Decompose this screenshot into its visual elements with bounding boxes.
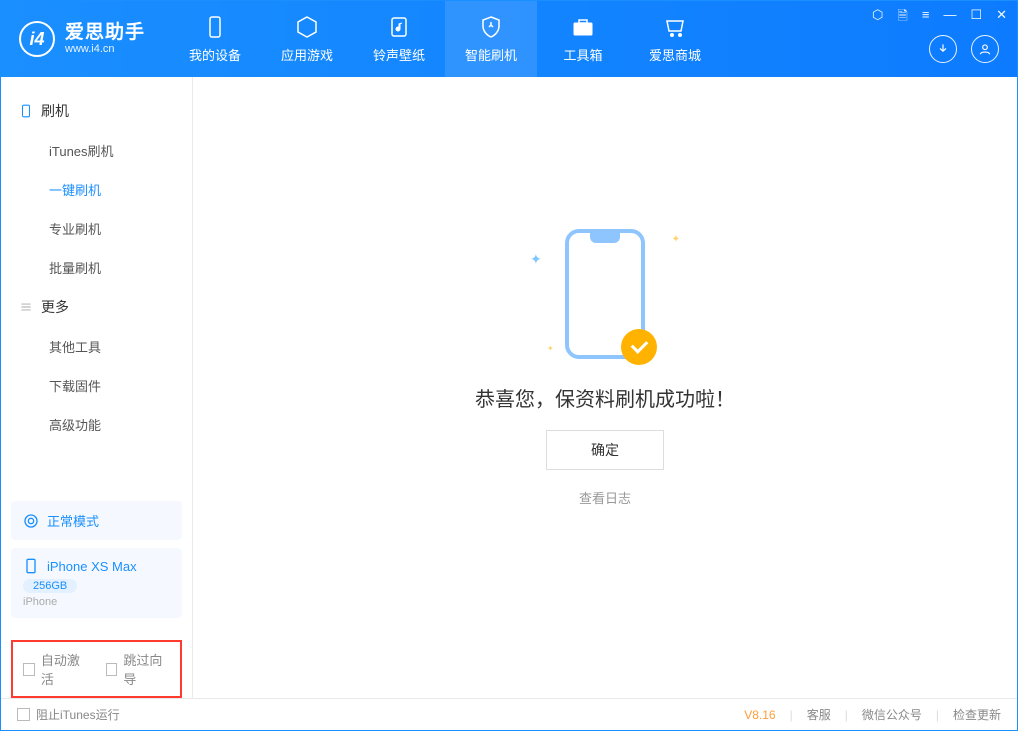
checkbox-icon [23,663,35,676]
main-content: ✦ ✦ ✦ 恭喜您，保资料刷机成功啦！ 确定 查看日志 [193,77,1017,698]
footer-link-wechat[interactable]: 微信公众号 [862,706,922,723]
cart-icon [663,15,687,39]
sparkle-icon: ✦ [547,344,554,353]
nav-store[interactable]: 爱思商城 [629,1,721,77]
download-icon[interactable] [929,35,957,63]
block-itunes-checkbox[interactable]: 阻止iTunes运行 [17,706,120,723]
ok-button[interactable]: 确定 [546,430,664,470]
top-nav: 我的设备 应用游戏 铃声壁纸 智能刷机 工具箱 爱思商城 [169,1,721,77]
shield-icon [479,15,503,39]
nav-label: 铃声壁纸 [373,45,425,64]
checkbox-label: 阻止iTunes运行 [36,706,120,723]
sync-icon [23,513,39,529]
sidebar-item-onekey-flash[interactable]: 一键刷机 [1,170,192,209]
phone-icon [19,104,33,118]
header-right-actions [929,35,999,63]
device-capacity: 256GB [23,579,77,593]
phone-illustration [565,229,645,359]
nav-ringtone-wallpaper[interactable]: 铃声壁纸 [353,1,445,77]
user-icon[interactable] [971,35,999,63]
minimize-button[interactable]: — [943,7,956,29]
status-bar: 阻止iTunes运行 V8.16 | 客服 | 微信公众号 | 检查更新 [1,698,1017,730]
sidebar-item-other-tools[interactable]: 其他工具 [1,327,192,366]
nav-apps-games[interactable]: 应用游戏 [261,1,353,77]
footer-link-update[interactable]: 检查更新 [953,706,1001,723]
check-badge-icon [621,329,657,365]
checkbox-label: 跳过向导 [123,650,170,688]
app-body: 刷机 iTunes刷机 一键刷机 专业刷机 批量刷机 更多 其他工具 下载固件 … [1,77,1017,698]
nav-label: 我的设备 [189,45,241,64]
app-url: www.i4.cn [65,43,145,55]
mode-label: 正常模式 [47,511,99,530]
section-title: 刷机 [41,101,69,121]
cube-icon [295,15,319,39]
sidebar: 刷机 iTunes刷机 一键刷机 专业刷机 批量刷机 更多 其他工具 下载固件 … [1,77,193,698]
sidebar-item-advanced[interactable]: 高级功能 [1,405,192,444]
menu-icon[interactable]: ≡ [922,7,930,29]
sidebar-section-more: 更多 [1,287,192,327]
checkbox-icon [17,708,30,721]
separator: | [936,708,939,722]
separator: | [790,708,793,722]
nav-label: 爱思商城 [649,45,701,64]
device-type: iPhone [23,596,170,608]
skip-guide-checkbox[interactable]: 跳过向导 [106,650,171,688]
device-panel: 正常模式 iPhone XS Max 256GB iPhone [1,501,192,636]
close-button[interactable]: ✕ [996,7,1007,29]
device-icon [203,15,227,39]
success-illustration: ✦ ✦ ✦ [565,229,645,359]
separator: | [845,708,848,722]
logo-text: 爱思助手 www.i4.cn [65,23,145,56]
sidebar-item-batch-flash[interactable]: 批量刷机 [1,248,192,287]
phone-icon [23,558,39,574]
options-highlight: 自动激活 跳过向导 [11,640,182,698]
sidebar-item-download-firmware[interactable]: 下载固件 [1,366,192,405]
app-name: 爱思助手 [65,23,145,44]
note-icon[interactable]: 🗎 [897,7,907,29]
maximize-button[interactable]: ☐ [970,7,982,29]
nav-label: 工具箱 [564,45,603,64]
toolbox-icon [571,15,595,39]
nav-my-device[interactable]: 我的设备 [169,1,261,77]
auto-activate-checkbox[interactable]: 自动激活 [23,650,88,688]
version-label: V8.16 [744,708,775,722]
tshirt-icon[interactable]: ⬡ [872,7,883,29]
sidebar-item-itunes-flash[interactable]: iTunes刷机 [1,131,192,170]
view-log-link[interactable]: 查看日志 [579,488,631,507]
nav-label: 应用游戏 [281,45,333,64]
section-title: 更多 [41,297,69,317]
sparkle-icon: ✦ [672,234,680,245]
app-header: i4 爱思助手 www.i4.cn 我的设备 应用游戏 铃声壁纸 智能刷机 工具… [1,1,1017,77]
checkbox-icon [106,663,118,676]
device-name: iPhone XS Max [47,559,137,574]
device-card[interactable]: iPhone XS Max 256GB iPhone [11,548,182,618]
list-icon [19,300,33,314]
sidebar-section-flash: 刷机 [1,91,192,131]
logo: i4 爱思助手 www.i4.cn [1,21,163,57]
titlebar-controls: ⬡ 🗎 ≡ — ☐ ✕ [872,7,1007,29]
nav-smart-flash[interactable]: 智能刷机 [445,1,537,77]
nav-label: 智能刷机 [465,45,517,64]
checkbox-label: 自动激活 [41,650,88,688]
sidebar-item-pro-flash[interactable]: 专业刷机 [1,209,192,248]
success-message: 恭喜您，保资料刷机成功啦！ [475,383,735,412]
mode-card[interactable]: 正常模式 [11,501,182,540]
nav-toolbox[interactable]: 工具箱 [537,1,629,77]
music-icon [387,15,411,39]
logo-icon: i4 [19,21,55,57]
footer-link-support[interactable]: 客服 [807,706,831,723]
sparkle-icon: ✦ [530,251,542,268]
